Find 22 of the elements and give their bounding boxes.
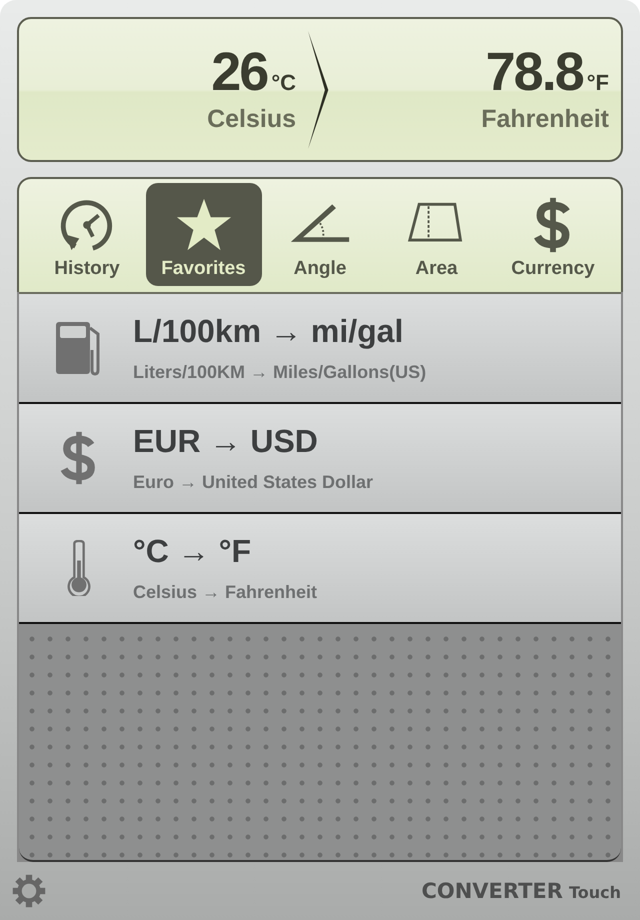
conversion-title: L/100km → mi/gal bbox=[133, 313, 404, 350]
conversion-title: °C → °F bbox=[133, 533, 252, 570]
app-logo-text: CONVERTER bbox=[421, 879, 563, 903]
conversion-description: Liters/100KM → Miles/Gallons(US) bbox=[133, 362, 426, 383]
conversion-description: Euro → United States Dollar bbox=[133, 472, 374, 493]
favorite-conversion-row[interactable]: °C → °F Celsius → Fahrenheit bbox=[19, 512, 621, 622]
category-tab[interactable]: Currency bbox=[495, 183, 611, 286]
category-tab[interactable]: Favorites bbox=[146, 183, 262, 286]
conversion-description: Celsius → Fahrenheit bbox=[133, 582, 318, 603]
source-value: 26 bbox=[211, 45, 268, 99]
category-tab[interactable]: History bbox=[29, 183, 145, 286]
target-unit: °F bbox=[586, 70, 609, 96]
target-unit-name: Fahrenheit bbox=[481, 105, 609, 134]
settings-icon[interactable] bbox=[11, 873, 47, 909]
app-logo-suffix: Touch bbox=[568, 883, 621, 902]
source-unit: °C bbox=[271, 70, 296, 96]
category-tab[interactable]: Angle bbox=[262, 183, 378, 286]
favorite-conversion-row[interactable]: EUR → USD Euro → United States Dollar bbox=[19, 402, 621, 512]
target-value: 78.8 bbox=[486, 45, 583, 99]
conversion-title: EUR → USD bbox=[133, 423, 319, 460]
category-tab[interactable]: Area bbox=[378, 183, 494, 286]
source-unit-name: Celsius bbox=[207, 105, 296, 134]
